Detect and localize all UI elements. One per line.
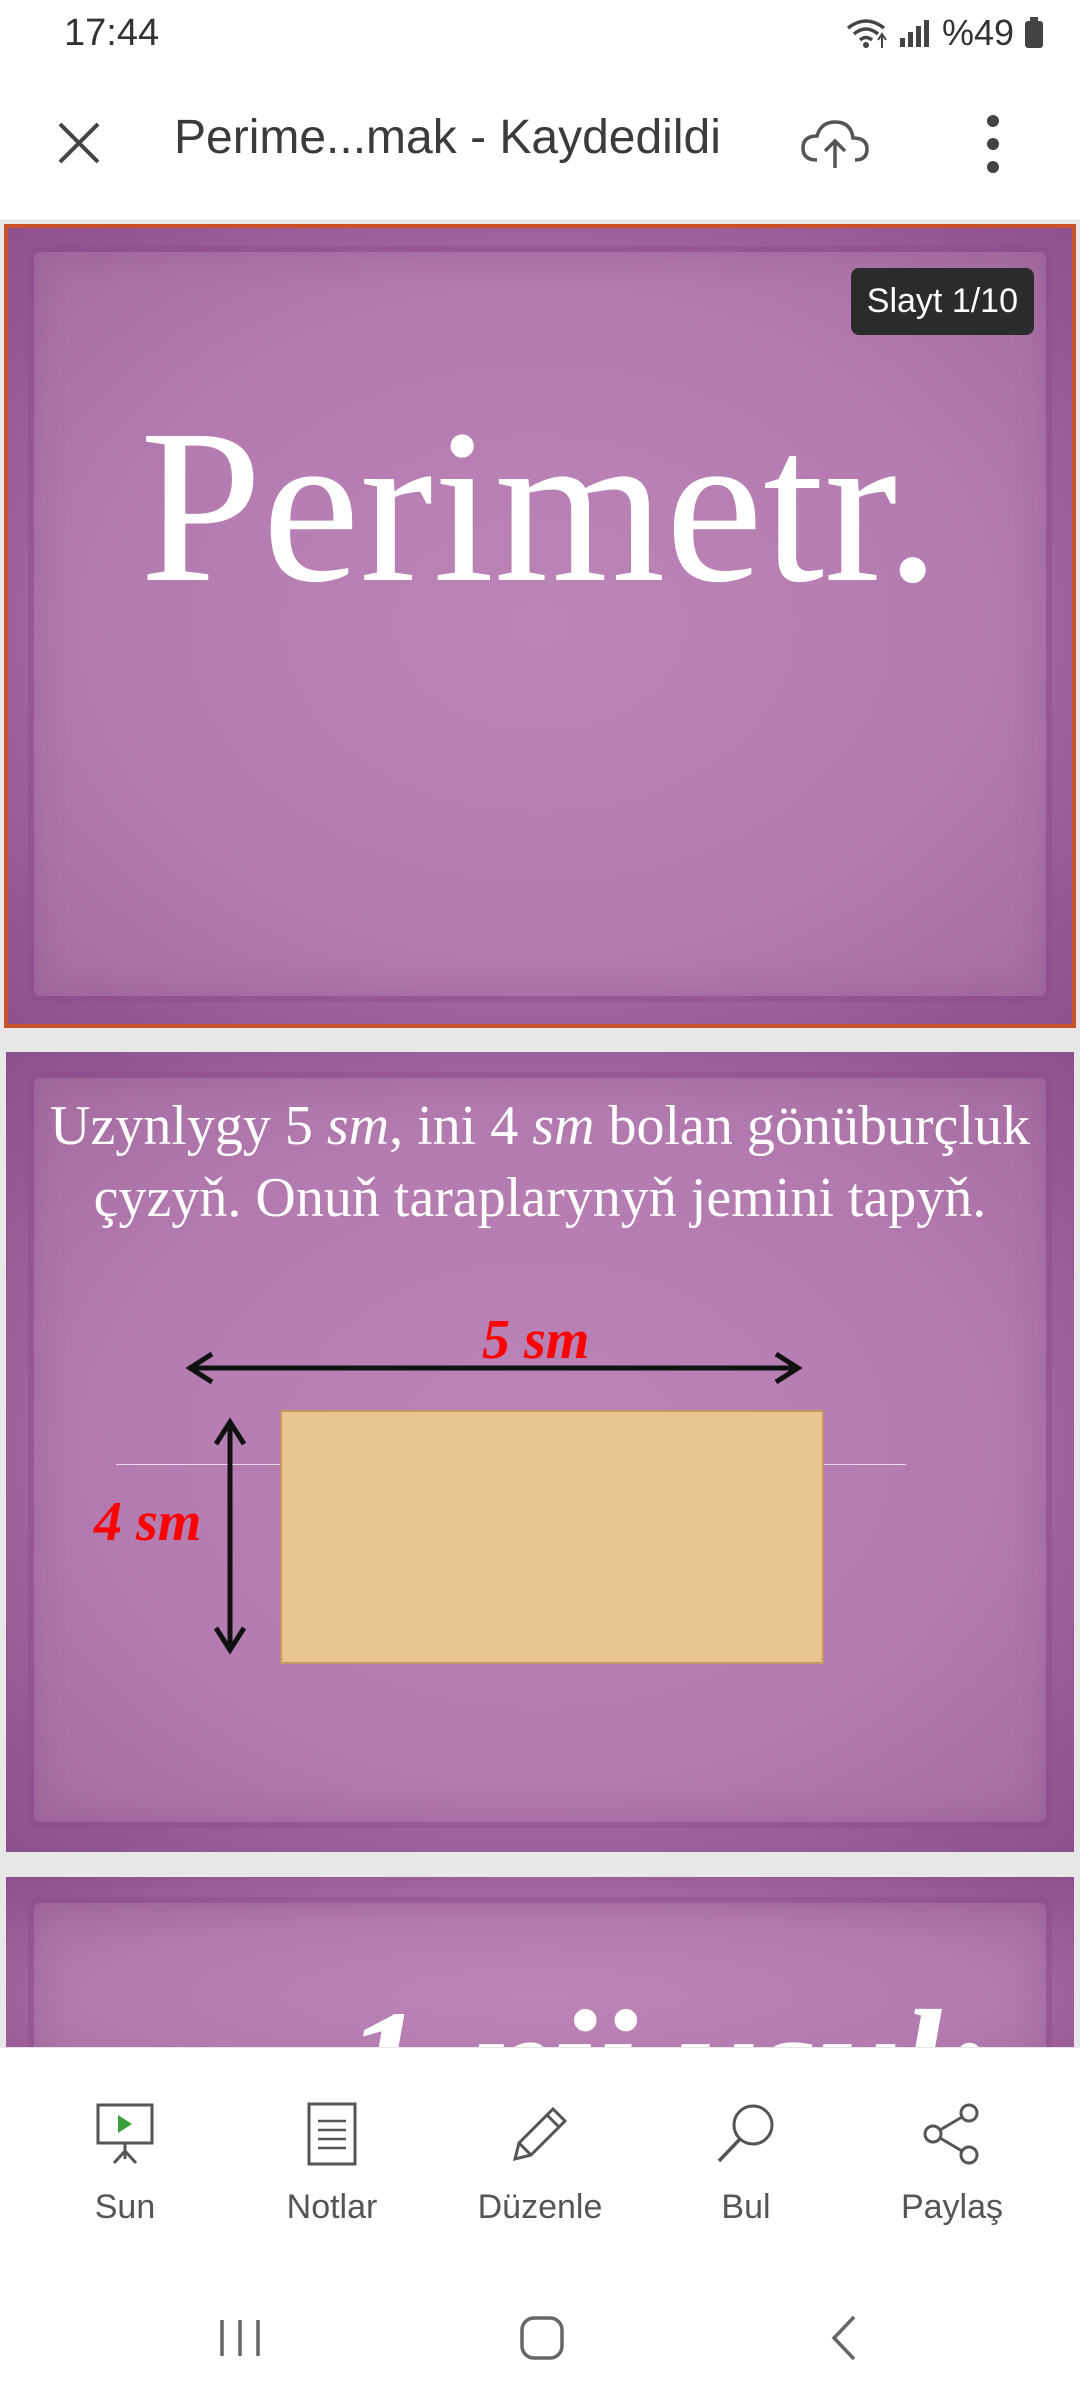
close-icon (58, 122, 100, 164)
recent-apps-button[interactable] (200, 2308, 280, 2368)
slide-1-title: Perimetr. (139, 384, 941, 628)
slide-list[interactable]: Slayt 1/10 Perimetr. Uzynlygy 5 sm, ini … (0, 221, 1080, 2047)
home-icon (520, 2316, 564, 2360)
wifi-icon (844, 16, 888, 50)
cloud-upload-icon (801, 120, 869, 168)
edit-label: Düzenle (477, 2188, 603, 2226)
status-icons: %49 (844, 12, 1044, 54)
recent-apps-icon (220, 2320, 260, 2356)
battery-level: %49 (941, 12, 1014, 53)
signal-icon (898, 18, 932, 48)
width-arrow (185, 1351, 803, 1385)
share-icon (923, 2103, 979, 2165)
find-label: Bul (721, 2188, 771, 2226)
present-button[interactable]: Sun (45, 2094, 205, 2227)
search-icon (717, 2104, 774, 2163)
pencil-icon (512, 2106, 568, 2162)
status-time: 17:44 (64, 12, 160, 54)
back-button[interactable] (804, 2308, 884, 2368)
more-options-button[interactable] (970, 108, 1016, 180)
slide-thumbnail-2[interactable]: Uzynlygy 5 sm, ini 4 sm bolan gönüburçlu… (6, 1052, 1074, 1852)
more-vert-icon (987, 115, 999, 173)
battery-icon (1024, 17, 1044, 49)
slide-thumbnail-1[interactable]: Slayt 1/10 Perimetr. (4, 224, 1076, 1028)
document-title: Perime...mak - Kaydedildi (174, 111, 721, 164)
edit-button[interactable]: Düzenle (460, 2094, 620, 2227)
app-bar: Perime...mak - Kaydedildi (0, 72, 1080, 221)
present-label: Sun (94, 2188, 156, 2226)
dimension-arrows (185, 1351, 803, 1655)
present-icon (96, 2103, 154, 2165)
close-button[interactable] (46, 110, 112, 176)
notes-icon (307, 2102, 357, 2166)
slide-counter-badge: Slayt 1/10 (850, 268, 1034, 335)
notes-label: Notlar (286, 2188, 378, 2226)
status-bar: 17:44 %49 (0, 0, 1080, 72)
slide-3-title: 1-nji usul: (346, 1977, 992, 2047)
bottom-toolbar: Sun Notlar Düzenle Bul Paylaş (0, 2047, 1080, 2268)
system-nav-bar (0, 2268, 1080, 2408)
share-label: Paylaş (900, 2188, 1004, 2226)
save-to-cloud-button[interactable] (795, 108, 875, 180)
home-button[interactable] (502, 2308, 582, 2368)
share-button[interactable]: Paylaş (872, 2094, 1032, 2227)
notes-button[interactable]: Notlar (252, 2094, 412, 2227)
find-button[interactable]: Bul (666, 2094, 826, 2227)
slide-thumbnail-3[interactable]: 1-nji usul: (6, 1877, 1074, 2047)
back-icon (831, 2315, 856, 2361)
height-arrow (213, 1417, 247, 1655)
